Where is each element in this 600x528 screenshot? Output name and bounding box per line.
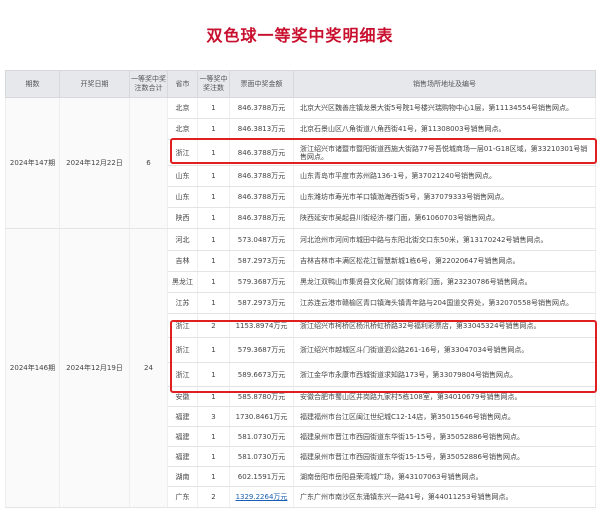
province-cell: 河北 xyxy=(167,228,198,251)
address-cell: 福建福州市台江区闽江世纪城C12-14店，第35015646号销售网点。 xyxy=(293,406,596,427)
highlight-box xyxy=(170,320,597,393)
table-row: 2024年146期 2024年12月19日 24 河北 1 573.0487万元 河北沧州市… xyxy=(5,228,596,508)
header-amount: 票面中奖金额 xyxy=(229,70,294,98)
province-cell: 山东 xyxy=(167,186,198,208)
highlight-box xyxy=(170,138,597,164)
province-cell: 江苏 xyxy=(167,292,198,314)
count-cell: 1 xyxy=(197,228,230,251)
date-cell: 2024年12月19日 xyxy=(59,228,130,508)
amount-cell: 581.0730万元 xyxy=(229,426,294,447)
province-cell: 广东 xyxy=(167,486,198,508)
province-cell: 吉林 xyxy=(167,250,198,272)
amount-cell: 1329.2264万元 xyxy=(229,486,294,508)
header-address: 销售场所地址及编号 xyxy=(293,70,596,98)
count-cell: 1 xyxy=(197,271,230,293)
count-cell: 1 xyxy=(197,186,230,208)
amount-cell: 846.3788万元 xyxy=(229,165,294,187)
total-cell: 6 xyxy=(129,97,168,229)
amount-cell: 846.3813万元 xyxy=(229,118,294,140)
address-cell: 山东青岛市平度市苏州路136-1号，第37021240号销售网点。 xyxy=(293,165,596,187)
amount-cell: 1730.8461万元 xyxy=(229,406,294,427)
header-count: 一等奖中奖注数 xyxy=(197,70,230,98)
province-cell: 北京 xyxy=(167,97,198,119)
amount-cell: 581.0730万元 xyxy=(229,446,294,467)
page-title: 双色球一等奖中奖明细表 xyxy=(206,26,394,45)
count-cell: 1 xyxy=(197,446,230,467)
count-cell: 1 xyxy=(197,466,230,487)
address-cell: 湖南岳阳市岳阳县荣湾城广场，第43107063号销售网点。 xyxy=(293,466,596,487)
address-cell: 广东广州市南沙区东涌镇东兴一路41号，第44011253号销售网点。 xyxy=(293,486,596,508)
period-cell: 2024年147期 xyxy=(5,97,60,229)
count-cell: 3 xyxy=(197,406,230,427)
table-header-row: 期数 开奖日期 一等奖中奖注数合计 省市 一等奖中奖注数 票面中奖金额 销售场所… xyxy=(5,70,596,98)
province-cell: 北京 xyxy=(167,118,198,140)
header-total: 一等奖中奖注数合计 xyxy=(129,70,168,98)
amount-cell: 602.1591万元 xyxy=(229,466,294,487)
amount-cell: 579.3687万元 xyxy=(229,271,294,293)
province-cell: 湖南 xyxy=(167,466,198,487)
amount-link[interactable]: 1329.2264万元 xyxy=(236,493,288,501)
header-date: 开奖日期 xyxy=(59,70,130,98)
amount-cell: 587.2973万元 xyxy=(229,292,294,314)
table-row: 2024年147期 2024年12月22日 6 北京 1 846.3788万元 北京大兴区魏… xyxy=(5,97,596,229)
province-cell: 福建 xyxy=(167,406,198,427)
address-cell: 北京大兴区魏善庄镇龙景大街5号院1号楼兴瑞购物中心1层，第11134554号销售… xyxy=(293,97,596,119)
address-cell: 陕西延安市吴起县川街经济-楼门面，第61060703号销售网点。 xyxy=(293,207,596,229)
province-cell: 福建 xyxy=(167,446,198,467)
address-cell: 山东潍坊市寿光市羊口镇渤海西街5号，第37079333号销售网点。 xyxy=(293,186,596,208)
province-cell: 福建 xyxy=(167,426,198,447)
count-cell: 1 xyxy=(197,165,230,187)
header-province: 省市 xyxy=(167,70,198,98)
count-cell: 1 xyxy=(197,97,230,119)
province-cell: 陕西 xyxy=(167,207,198,229)
count-cell: 1 xyxy=(197,250,230,272)
address-cell: 福建泉州市晋江市西园街道东华街15-15号，第35052886号销售网点。 xyxy=(293,446,596,467)
period-cell: 2024年146期 xyxy=(5,228,60,508)
address-cell: 吉林吉林市丰满区松花江智慧新城1栋6号，第22020647号销售网点。 xyxy=(293,250,596,272)
count-cell: 1 xyxy=(197,426,230,447)
amount-cell: 846.3788万元 xyxy=(229,97,294,119)
address-cell: 黑龙江双鸭山市集贤县文化局门前体育彩门面，第23230786号销售网点。 xyxy=(293,271,596,293)
amount-cell: 846.3788万元 xyxy=(229,207,294,229)
count-cell: 1 xyxy=(197,292,230,314)
count-cell: 1 xyxy=(197,207,230,229)
province-cell: 山东 xyxy=(167,165,198,187)
count-cell: 1 xyxy=(197,118,230,140)
prize-table: 期数 开奖日期 一等奖中奖注数合计 省市 一等奖中奖注数 票面中奖金额 销售场所… xyxy=(5,70,596,508)
count-cell: 2 xyxy=(197,486,230,508)
amount-cell: 846.3788万元 xyxy=(229,186,294,208)
amount-cell: 587.2973万元 xyxy=(229,250,294,272)
address-cell: 福建泉州市晋江市西园街道东华街15-15号，第35052886号销售网点。 xyxy=(293,426,596,447)
header-period: 期数 xyxy=(5,70,60,98)
date-cell: 2024年12月22日 xyxy=(59,97,130,229)
address-cell: 北京石景山区八角街道八角西街41号，第11308003号销售网点。 xyxy=(293,118,596,140)
address-cell: 河北沧州市河间市城田中路与东阳北街交口东50米，第13170242号销售网点。 xyxy=(293,228,596,251)
total-cell: 24 xyxy=(129,228,168,508)
province-cell: 黑龙江 xyxy=(167,271,198,293)
address-cell: 江苏连云港市赣榆区青口镇海头镇青年路与204国道交界处，第32070558号销售… xyxy=(293,292,596,314)
amount-cell: 573.0487万元 xyxy=(229,228,294,251)
